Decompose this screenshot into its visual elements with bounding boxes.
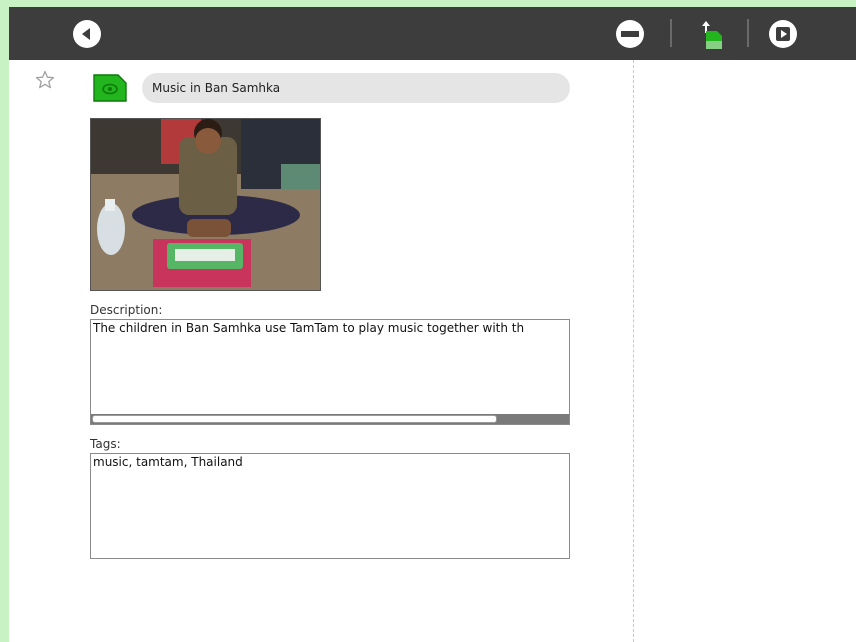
favorite-star-button[interactable] — [35, 70, 55, 90]
description-field[interactable]: The children in Ban Samhka use TamTam to… — [90, 319, 570, 425]
journal-detail-view: Description: The children in Ban Samhka … — [9, 60, 856, 642]
back-arrow-icon — [73, 20, 101, 48]
panel-divider — [633, 60, 634, 642]
activity-icon — [93, 74, 127, 102]
toolbar-separator — [747, 19, 749, 47]
copy-to-button[interactable] — [695, 19, 725, 49]
window-border-left — [0, 0, 9, 642]
window-border-top — [0, 0, 856, 7]
toolbar-separator — [670, 19, 672, 47]
erase-entry-icon — [616, 20, 644, 48]
back-button[interactable] — [72, 19, 102, 49]
toolbar — [9, 7, 856, 60]
description-label: Description: — [90, 303, 163, 317]
scrollbar-thumb[interactable] — [92, 415, 497, 423]
description-text: The children in Ban Samhka use TamTam to… — [93, 321, 525, 335]
tags-field[interactable]: music, tamtam, Thailand — [90, 453, 570, 559]
tags-label: Tags: — [90, 437, 121, 451]
star-icon — [35, 70, 55, 89]
title-input[interactable] — [142, 73, 570, 103]
resume-activity-icon — [769, 20, 797, 48]
entry-preview-image[interactable] — [90, 118, 321, 291]
description-scrollbar[interactable] — [91, 414, 569, 424]
resume-button[interactable] — [768, 19, 798, 49]
tags-text: music, tamtam, Thailand — [93, 455, 243, 469]
copy-to-device-icon — [702, 21, 722, 49]
erase-button[interactable] — [615, 19, 645, 49]
